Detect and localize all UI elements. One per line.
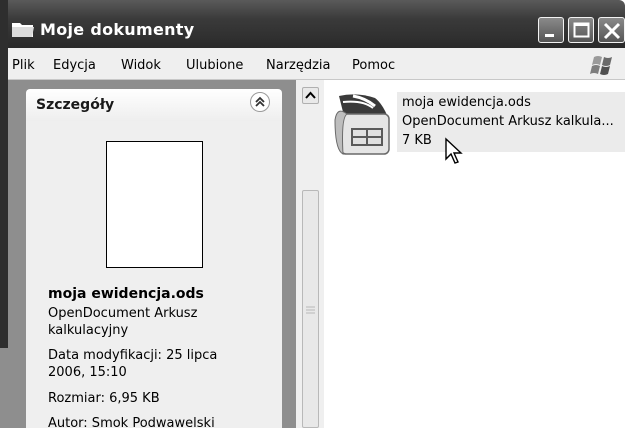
minimize-button[interactable]: [538, 17, 564, 43]
detail-file-type-cont: kalkulacyjny: [48, 323, 129, 338]
detail-modified: Data modyfikacji: 25 lipca: [48, 348, 218, 363]
menu-narzedzia[interactable]: Narzędzia: [266, 58, 331, 73]
window-border: [0, 0, 8, 348]
collapse-icon: [255, 96, 265, 107]
minimize-icon: [545, 34, 554, 37]
folder-icon: [12, 23, 34, 37]
menu-pomoc[interactable]: Pomoc: [352, 58, 395, 73]
detail-file-type: OpenDocument Arkusz: [48, 306, 198, 321]
grip-icon: [306, 306, 315, 314]
file-item-name[interactable]: moja ewidencja.ods: [402, 95, 531, 110]
file-preview: [106, 141, 203, 268]
detail-file-name: moja ewidencja.ods: [48, 286, 204, 302]
menu-ulubione[interactable]: Ulubione: [186, 58, 243, 73]
details-group-title: Szczegóły: [36, 97, 115, 113]
spreadsheet-file-icon[interactable]: [331, 92, 393, 156]
collapse-button[interactable]: [250, 92, 270, 112]
file-item-type: OpenDocument Arkusz kalkula...: [402, 114, 614, 129]
scroll-up-button[interactable]: [302, 87, 319, 104]
chevron-up-icon: [305, 91, 316, 99]
mouse-cursor-icon: [445, 137, 463, 164]
windows-logo-icon: [590, 56, 612, 75]
window-title: Moje dokumenty: [40, 20, 195, 39]
close-button[interactable]: [598, 17, 625, 43]
maximize-icon: [573, 22, 590, 38]
detail-author: Autor: Smok Podwawelski: [48, 416, 215, 428]
detail-size: Rozmiar: 6,95 KB: [48, 391, 160, 406]
detail-modified-cont: 2006, 15:10: [48, 365, 127, 380]
maximize-button[interactable]: [568, 17, 594, 43]
file-item-size: 7 KB: [402, 133, 432, 148]
close-icon: [603, 22, 621, 40]
menu-plik[interactable]: Plik: [12, 58, 35, 73]
menu-widok[interactable]: Widok: [121, 58, 161, 73]
menu-edycja[interactable]: Edycja: [53, 58, 96, 73]
